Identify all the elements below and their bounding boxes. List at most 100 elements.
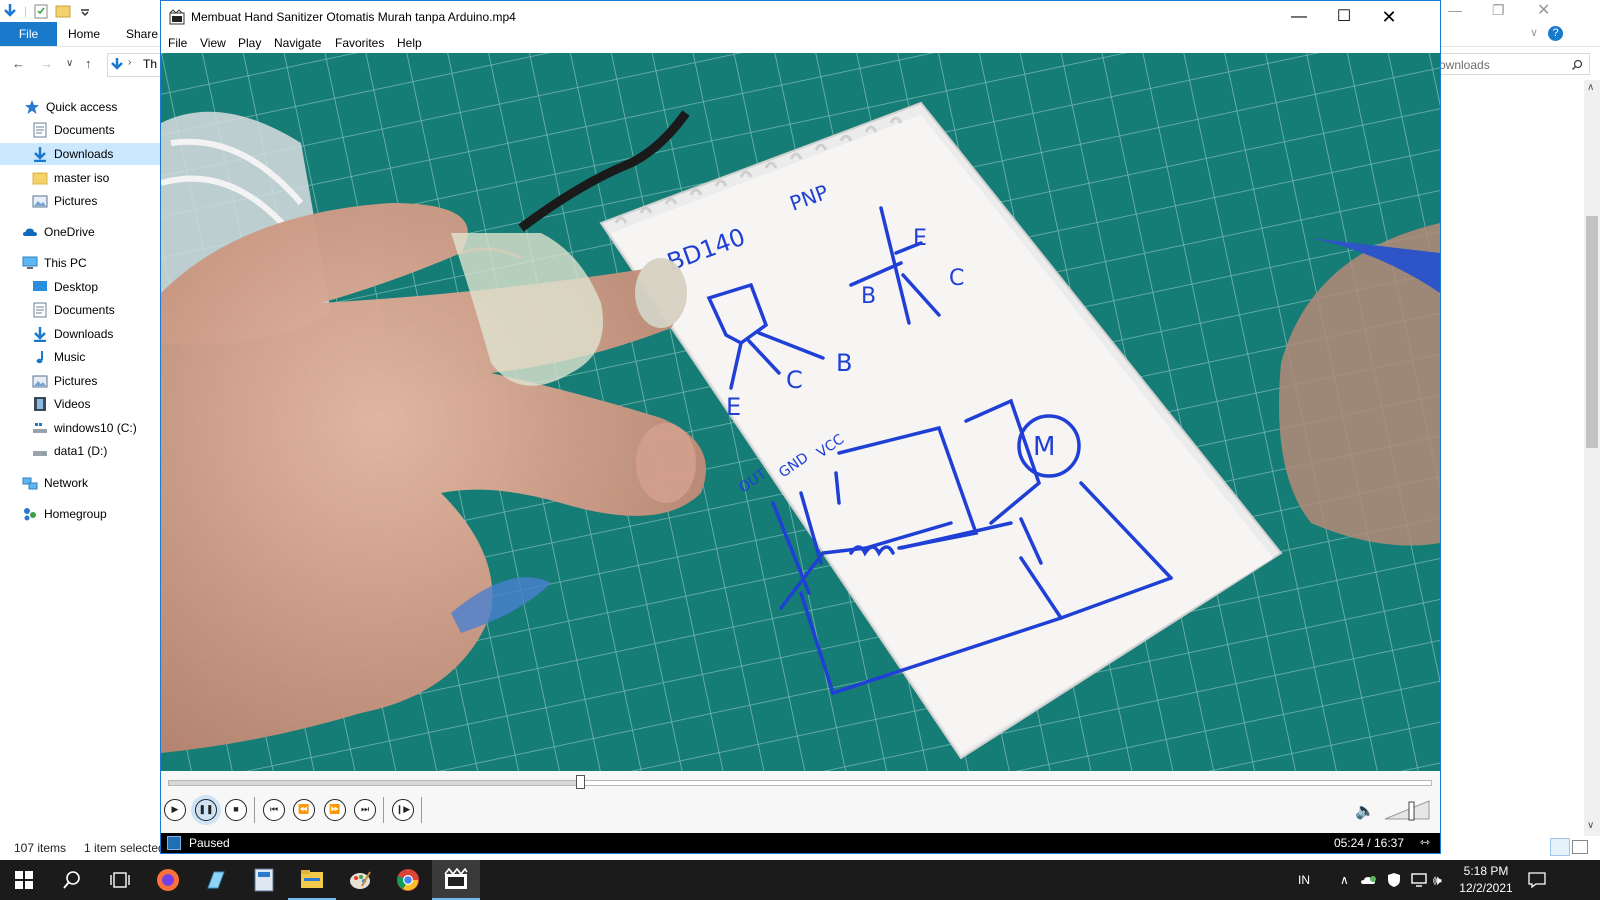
file-list-scrollbar[interactable]: ∧ ∨ <box>1584 80 1600 836</box>
new-folder-icon[interactable] <box>55 3 71 19</box>
tray-overflow-icon[interactable]: ∧ <box>1340 860 1349 900</box>
pause-button[interactable]: ❚❚ <box>195 799 217 821</box>
taskbar-media-player[interactable] <box>432 860 480 900</box>
nav-qa-master-iso[interactable]: master iso <box>32 167 109 189</box>
details-view-icon[interactable] <box>1550 838 1570 856</box>
stop-button[interactable]: ■ <box>225 799 247 821</box>
tab-home[interactable]: Home <box>68 22 100 46</box>
nav-quick-access[interactable]: Quick access <box>24 96 117 118</box>
clock[interactable]: 5:18 PM 12/2/2021 <box>1456 863 1516 897</box>
previous-button[interactable]: ⏮ <box>263 799 285 821</box>
frame-step-button[interactable]: ❙▶ <box>392 799 414 821</box>
nav-qa-downloads[interactable]: Downloads <box>0 143 160 165</box>
scroll-down-icon[interactable]: ∨ <box>1587 820 1594 831</box>
input-language[interactable]: IN <box>1298 860 1310 900</box>
taskbar-notepad[interactable] <box>192 860 240 900</box>
volume-slider[interactable] <box>1383 799 1431 821</box>
taskbar-chrome[interactable] <box>384 860 432 900</box>
seek-bar[interactable] <box>168 775 1432 789</box>
tab-file[interactable]: File <box>0 22 57 46</box>
menu-navigate[interactable]: Navigate <box>274 33 321 53</box>
ribbon-expand-icon[interactable]: ∨ <box>1530 26 1538 39</box>
help-icon[interactable]: ? <box>1548 26 1563 41</box>
address-bar[interactable]: › Th <box>107 53 164 77</box>
seek-bar-thumb[interactable] <box>576 775 586 789</box>
qat-customize-icon[interactable] <box>77 3 93 19</box>
media-player-app-icon <box>169 9 185 25</box>
rewind-button[interactable]: ⏪ <box>293 799 315 821</box>
documents-icon <box>32 302 48 318</box>
explorer-restore-button[interactable]: ❐ <box>1492 2 1505 19</box>
desktop-icon <box>32 279 48 295</box>
search-input[interactable]: ownloads <box>1439 53 1590 75</box>
nav-homegroup[interactable]: Homegroup <box>22 503 107 525</box>
download-arrow-icon[interactable] <box>2 3 18 19</box>
mpc-status-icon <box>167 836 181 850</box>
nav-drive-c[interactable]: windows10 (C:) <box>32 417 137 439</box>
taskbar-firefox[interactable] <box>144 860 192 900</box>
task-view-button[interactable] <box>96 860 144 900</box>
search-button[interactable] <box>48 860 96 900</box>
tab-share[interactable]: Share <box>126 22 158 46</box>
recent-locations-icon[interactable]: ∨ <box>66 58 73 69</box>
start-button[interactable] <box>0 860 48 900</box>
pictures-icon <box>32 193 48 209</box>
nav-network[interactable]: Network <box>22 472 88 494</box>
downloads-icon <box>32 326 48 343</box>
play-button[interactable]: ▶ <box>164 799 186 821</box>
nav-qa-pictures[interactable]: Pictures <box>32 190 97 212</box>
sketch-symbol-b: B <box>861 284 876 309</box>
explorer-close-button[interactable]: ✕ <box>1537 0 1550 20</box>
taskbar-paint[interactable] <box>336 860 384 900</box>
forward-arrow-icon[interactable]: → <box>40 56 53 71</box>
network-tray-icon[interactable] <box>1410 872 1428 888</box>
explorer-minimize-button[interactable]: — <box>1448 2 1462 18</box>
nav-pc-videos[interactable]: Videos <box>32 393 90 415</box>
menu-file[interactable]: File <box>168 33 187 53</box>
volume-tray-icon[interactable]: 🕪 <box>1433 860 1442 900</box>
nav-label: Videos <box>54 397 91 411</box>
action-center-icon[interactable] <box>1528 872 1546 888</box>
video-frame[interactable]: BD140 PNP E C B E B C OUT GND VCC M <box>161 53 1440 771</box>
nav-this-pc[interactable]: This PC <box>22 252 87 274</box>
taskbar-calculator[interactable] <box>240 860 288 900</box>
nav-pc-desktop[interactable]: Desktop <box>32 276 98 298</box>
menu-view[interactable]: View <box>200 33 226 53</box>
folder-icon <box>32 170 48 186</box>
scrollbar-thumb[interactable] <box>1586 216 1598 448</box>
scroll-up-icon[interactable]: ∧ <box>1587 82 1594 93</box>
speaker-icon[interactable]: 🔈 <box>1355 801 1375 821</box>
taskbar-file-explorer[interactable] <box>288 860 336 900</box>
nav-pc-pictures[interactable]: Pictures <box>32 370 97 392</box>
menu-favorites[interactable]: Favorites <box>335 33 384 53</box>
stats-icon[interactable]: ⇿ <box>1420 835 1430 849</box>
next-button[interactable]: ⏭ <box>354 799 376 821</box>
windows-drive-icon <box>32 420 48 436</box>
nav-pc-downloads[interactable]: Downloads <box>32 323 113 345</box>
volume-slider-thumb[interactable] <box>1408 801 1415 821</box>
minimize-button[interactable]: — <box>1276 1 1322 33</box>
back-arrow-icon[interactable]: ← <box>12 56 25 71</box>
nav-drive-d[interactable]: data1 (D:) <box>32 440 107 462</box>
window-title: Membuat Hand Sanitizer Otomatis Murah ta… <box>191 10 516 24</box>
up-arrow-icon[interactable]: ↑ <box>85 56 92 71</box>
nav-onedrive[interactable]: OneDrive <box>22 221 95 243</box>
nav-pc-music[interactable]: Music <box>32 346 85 368</box>
nav-label: Quick access <box>46 100 118 114</box>
defender-shield-icon[interactable] <box>1386 872 1402 888</box>
properties-icon[interactable] <box>33 3 49 19</box>
large-icons-view-icon[interactable] <box>1572 840 1588 854</box>
video-frame-image: BD140 PNP E C B E B C OUT GND VCC M <box>161 53 1440 771</box>
nav-pc-documents[interactable]: Documents <box>32 299 115 321</box>
menu-help[interactable]: Help <box>397 33 422 53</box>
nav-qa-documents[interactable]: Documents <box>32 119 115 141</box>
close-button[interactable]: ✕ <box>1366 1 1412 33</box>
nav-label: Documents <box>54 123 115 137</box>
menu-play[interactable]: Play <box>238 33 261 53</box>
fast-forward-button[interactable]: ⏩ <box>324 799 346 821</box>
homegroup-icon <box>22 506 38 522</box>
navigation-pane: Quick access Documents Downloads master … <box>0 96 160 836</box>
player-titlebar[interactable]: Membuat Hand Sanitizer Otomatis Murah ta… <box>161 1 1440 33</box>
maximize-button[interactable]: ☐ <box>1321 1 1367 33</box>
onedrive-tray-icon[interactable] <box>1361 872 1377 888</box>
